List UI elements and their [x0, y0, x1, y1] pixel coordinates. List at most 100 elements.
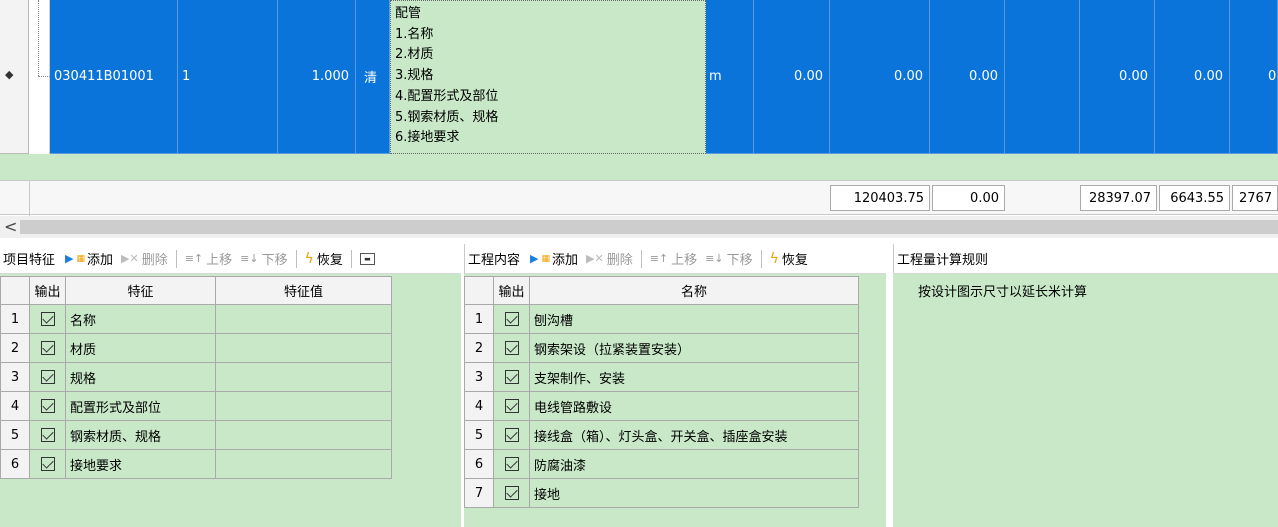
table-row[interactable]: 7 接地 — [464, 478, 859, 508]
work-table: 输出 名称 1 刨沟槽 2 钢索架设（拉紧装置安装） 3 支架制作、安装 4 电线管路敷… — [464, 276, 859, 508]
table-row[interactable]: 6 接地要求 — [0, 449, 392, 479]
cell-code[interactable]: 030411B01001 — [50, 0, 178, 154]
desc-line: 2.材质 — [395, 47, 434, 63]
cell-unit[interactable]: m — [706, 0, 754, 154]
total-value: 28397.07 — [1080, 185, 1157, 211]
col-feature-value[interactable]: 特征值 — [215, 276, 392, 305]
move-up-icon: ≡↑ — [184, 252, 204, 265]
table-row[interactable]: 5 钢索材质、规格 — [0, 420, 392, 450]
panel-title: 工程量计算规则 — [897, 253, 989, 268]
table-row[interactable]: 4 配置形式及部位 — [0, 391, 392, 421]
window-icon: ▬ — [359, 252, 375, 265]
add-button[interactable]: ▶ ▦ 添加 — [526, 249, 582, 268]
desc-line: 4.配置形式及部位 — [395, 88, 499, 104]
add-icon: ▦ — [541, 253, 550, 264]
checkbox-icon[interactable] — [504, 457, 519, 471]
move-up-button[interactable]: ≡↑ 上移 — [646, 249, 701, 268]
checkbox-icon[interactable] — [504, 341, 519, 355]
desc-line: 1.名称 — [395, 26, 434, 42]
work-toolbar: 工程内容 ▶ ▦ 添加 ▶✕ 删除 ≡↑ 上移 ≡↓ 下移 ϟ 恢复 — [464, 244, 893, 274]
row-marker: ◆ — [5, 68, 14, 81]
cell-description[interactable]: 配管 1.名称 2.材质 3.规格 4.配置形式及部位 5.钢索材质、规格 6.… — [390, 0, 706, 154]
restore-button[interactable]: ϟ 恢复 — [766, 249, 812, 269]
checkbox-icon[interactable] — [40, 428, 55, 442]
table-row[interactable]: 2 钢索架设（拉紧装置安装） — [464, 333, 859, 363]
row-header[interactable]: ◆ — [0, 0, 29, 154]
col-output[interactable]: 输出 — [493, 276, 530, 305]
cell-value[interactable]: 0.00 — [830, 0, 930, 154]
cell-type-tag[interactable]: 清 — [356, 0, 390, 154]
col-name[interactable]: 名称 — [529, 276, 859, 305]
move-down-button[interactable]: ≡↓ 下移 — [701, 249, 756, 268]
work-content-panel: 工程内容 ▶ ▦ 添加 ▶✕ 删除 ≡↑ 上移 ≡↓ 下移 ϟ 恢复 输出 名称 1 刨沟槽 … — [464, 244, 893, 527]
grid-empty-area — [0, 154, 1278, 180]
delete-button[interactable]: ▶✕ 删除 — [117, 249, 172, 268]
table-row[interactable]: 3 规格 — [0, 362, 392, 392]
delete-button[interactable]: ▶✕ 删除 — [582, 249, 637, 268]
table-header: 输出 名称 — [464, 276, 859, 305]
table-header: 输出 特征 特征值 — [0, 276, 392, 305]
restore-icon: ϟ — [304, 250, 314, 267]
add-icon: ▶ — [530, 252, 539, 265]
move-up-button[interactable]: ≡↑ 上移 — [181, 249, 236, 268]
total-value: 120403.75 — [830, 185, 930, 211]
table-row[interactable]: 2 材质 — [0, 333, 392, 363]
window-button[interactable]: ▬ — [356, 252, 379, 265]
col-output[interactable]: 输出 — [29, 276, 66, 305]
features-toolbar: 项目特征 ▶ ▦ 添加 ▶✕ 删除 ≡↑ 上移 ≡↓ 下移 ϟ 恢复 ▬ — [0, 244, 461, 274]
checkbox-icon[interactable] — [40, 312, 55, 326]
calc-rule-panel: 工程量计算规则 按设计图示尺寸以延长米计算 — [893, 244, 1278, 527]
table-row[interactable]: 1 名称 — [0, 304, 392, 334]
checkbox-icon[interactable] — [40, 399, 55, 413]
desc-line: 3.规格 — [395, 68, 434, 84]
move-down-icon: ≡↓ — [705, 252, 724, 265]
table-row[interactable]: 3 支架制作、安装 — [464, 362, 859, 392]
cell-empty[interactable] — [1005, 0, 1080, 154]
checkbox-icon[interactable] — [40, 370, 55, 384]
scroll-left-icon[interactable]: < — [4, 217, 17, 236]
delete-icon: ▶✕ — [586, 252, 604, 265]
cell-seq[interactable]: 1 — [178, 0, 278, 154]
checkbox-icon[interactable] — [504, 486, 519, 500]
horizontal-scrollbar[interactable]: < — [0, 216, 1278, 238]
total-value: 6643.55 — [1159, 185, 1230, 211]
checkbox-icon[interactable] — [40, 341, 55, 355]
panel-divider[interactable] — [886, 244, 893, 527]
table-row[interactable]: 1 刨沟槽 — [464, 304, 859, 334]
checkbox-icon[interactable] — [504, 428, 519, 442]
rule-toolbar: 工程量计算规则 — [893, 244, 1278, 274]
cell-quantity[interactable]: 1.000 — [278, 0, 356, 154]
total-value: 0.00 — [932, 185, 1005, 211]
cell-value[interactable]: 0.00 — [1155, 0, 1230, 154]
checkbox-icon[interactable] — [504, 370, 519, 384]
restore-button[interactable]: ϟ 恢复 — [301, 249, 347, 269]
delete-icon: ▶✕ — [121, 252, 139, 265]
desc-line: 配管 — [395, 6, 422, 21]
tree-guide — [29, 0, 50, 154]
add-icon: ▶ — [65, 252, 74, 265]
cell-value[interactable]: 0.00 — [930, 0, 1005, 154]
checkbox-icon[interactable] — [504, 399, 519, 413]
cell-value[interactable]: 0 — [1230, 0, 1278, 154]
add-icon: ▦ — [76, 253, 85, 264]
restore-icon: ϟ — [769, 250, 779, 267]
table-row[interactable]: 4 电线管路敷设 — [464, 391, 859, 421]
checkbox-icon[interactable] — [504, 312, 519, 326]
move-down-icon: ≡↓ — [240, 252, 259, 265]
cell-value[interactable]: 0.00 — [754, 0, 830, 154]
total-value: 2767 — [1232, 185, 1278, 211]
desc-line: 6.接地要求 — [395, 130, 460, 146]
cell-value[interactable]: 0.00 — [1080, 0, 1155, 154]
checkbox-icon[interactable] — [40, 457, 55, 471]
totals-row: 120403.75 0.00 28397.07 6643.55 2767 — [0, 180, 1278, 216]
panel-title: 工程内容 — [468, 253, 521, 268]
table-row[interactable]: 5 接线盒（箱）、灯头盒、开关盒、插座盒安装 — [464, 420, 859, 450]
scroll-thumb[interactable] — [20, 220, 1278, 234]
bill-grid: ◆ 030411B01001 1 1.000 清 配管 1.名称 2.材质 3.… — [0, 0, 1278, 180]
add-button[interactable]: ▶ ▦ 添加 — [61, 249, 117, 268]
move-down-button[interactable]: ≡↓ 下移 — [236, 249, 291, 268]
features-panel: 项目特征 ▶ ▦ 添加 ▶✕ 删除 ≡↑ 上移 ≡↓ 下移 ϟ 恢复 ▬ 输出 特征 特征值… — [0, 244, 461, 527]
panel-title: 项目特征 — [3, 253, 56, 268]
table-row[interactable]: 6 防腐油漆 — [464, 449, 859, 479]
col-feature[interactable]: 特征 — [65, 276, 216, 305]
